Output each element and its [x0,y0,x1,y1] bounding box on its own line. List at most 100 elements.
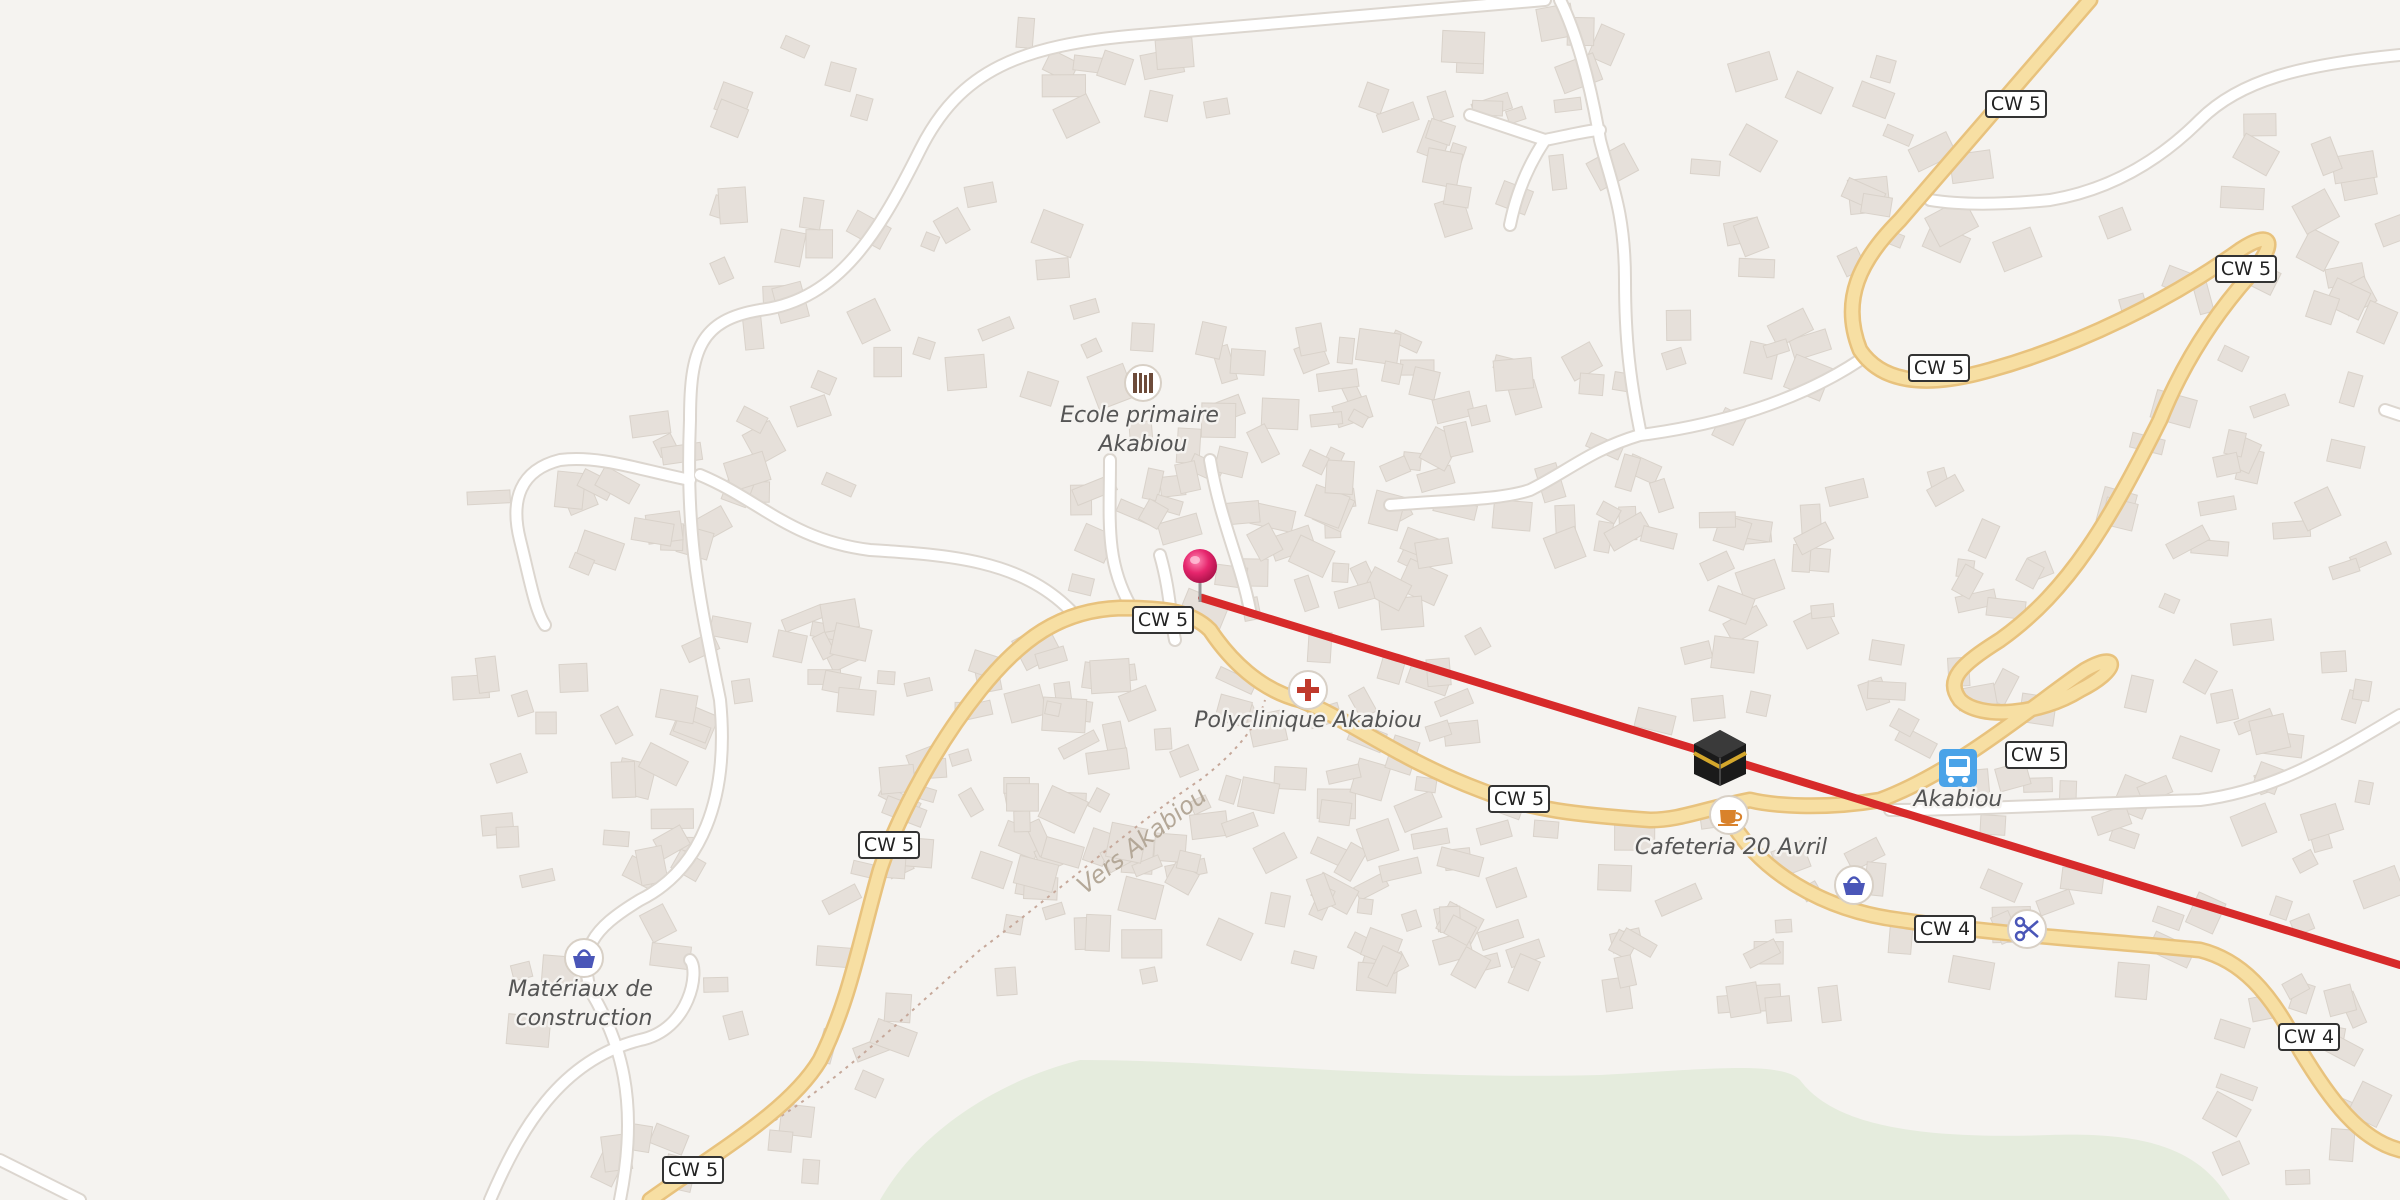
building [1492,356,1535,392]
svg-text:CW 5: CW 5 [2221,258,2271,280]
building [1089,657,1132,695]
svg-text:CW 5: CW 5 [1494,788,1544,810]
building [1710,635,1759,674]
building [836,686,877,716]
building [1356,897,1374,915]
building [1690,694,1726,722]
road-shield-cw5: CW 5 [662,1156,724,1184]
building [883,992,913,1024]
building [1260,397,1300,431]
poi-shop[interactable] [1834,865,1874,905]
building [2114,961,2151,1001]
building [2351,678,2373,702]
building [1440,29,1486,65]
building [2230,618,2275,646]
building [805,229,834,259]
building [1553,96,1583,114]
building [1121,929,1163,959]
building [1808,547,1832,573]
scissors-icon [2007,909,2047,949]
building [1229,348,1266,376]
poi-hairdresser[interactable] [2007,909,2047,949]
building [1295,322,1328,357]
building [1442,182,1472,209]
building [2320,650,2348,674]
building [1139,966,1159,985]
bus-icon [1939,749,1977,787]
building [558,662,589,693]
building [2328,1127,2356,1163]
road-shield-cw5: CW 5 [2005,741,2067,769]
coffee-cup-icon [1709,795,1749,835]
building [602,829,630,848]
poi-label-clinic: Polyclinique Akabiou [1194,708,1421,733]
building [1015,16,1036,49]
building [994,966,1018,997]
svg-text:CW 5: CW 5 [668,1159,718,1181]
building [1665,309,1692,341]
building [1013,810,1031,833]
building [717,186,749,225]
building [1318,798,1353,827]
poi-label-cafe: Cafeteria 20 Avril [1635,835,1827,860]
building [1810,603,1836,620]
building [1689,158,1721,177]
building [1725,981,1762,1019]
building [1035,257,1071,281]
building [1336,336,1356,365]
building [1044,700,1062,718]
svg-text:CW 5: CW 5 [1138,609,1188,631]
building [944,353,988,392]
building [829,622,873,662]
building [798,196,825,231]
building [1578,372,1605,397]
svg-text:CW 5: CW 5 [1991,93,2041,115]
poi-label-bus-stop: Akabiou [1912,787,2003,812]
svg-text:CW 5: CW 5 [2011,744,2061,766]
building [466,489,512,506]
building [610,760,637,799]
building [2219,185,2265,211]
building [1084,913,1112,952]
road-shield-cw5: CW 5 [1985,90,2047,118]
building [1006,783,1039,812]
building [2243,113,2277,137]
shopping-basket-icon [1834,865,1874,905]
building [1866,680,1907,701]
clinic-cross-icon [1288,670,1328,710]
road-shield-cw5: CW 5 [1488,785,1550,813]
building [1738,257,1776,279]
building [1979,814,2007,836]
building [495,825,520,849]
map-canvas[interactable]: Vers Akabiou CW 5 CW 5 CW 5 CW 5 CW 5 CW… [0,0,2400,1200]
road-shield-cw5: CW 5 [2215,255,2277,283]
building [1153,727,1173,751]
road-shield-cw5: CW 5 [1132,606,1194,634]
road-shield-cw4: CW 4 [2278,1023,2340,1051]
building [1698,511,1737,529]
svg-text:CW 5: CW 5 [864,834,914,856]
svg-text:CW 4: CW 4 [1920,918,1970,940]
building [1041,74,1087,98]
building [703,976,729,993]
building [2284,1169,2311,1186]
svg-text:CW 5: CW 5 [1914,357,1964,379]
school-icon [1124,364,1162,402]
building [1324,459,1355,496]
building [1745,690,1772,718]
building [1597,863,1633,892]
building [1532,819,1560,839]
building [629,410,672,439]
road-shield-cw5: CW 5 [858,831,920,859]
building [1859,192,1894,218]
building [1154,37,1195,71]
shopping-basket-icon [564,938,604,978]
building [650,808,694,830]
building [876,670,896,686]
road-shield-cw4: CW 4 [1914,915,1976,943]
building [535,711,557,735]
building [1774,918,1793,934]
building [1331,562,1350,584]
svg-text:CW 4: CW 4 [2284,1026,2334,1048]
building [655,688,699,725]
